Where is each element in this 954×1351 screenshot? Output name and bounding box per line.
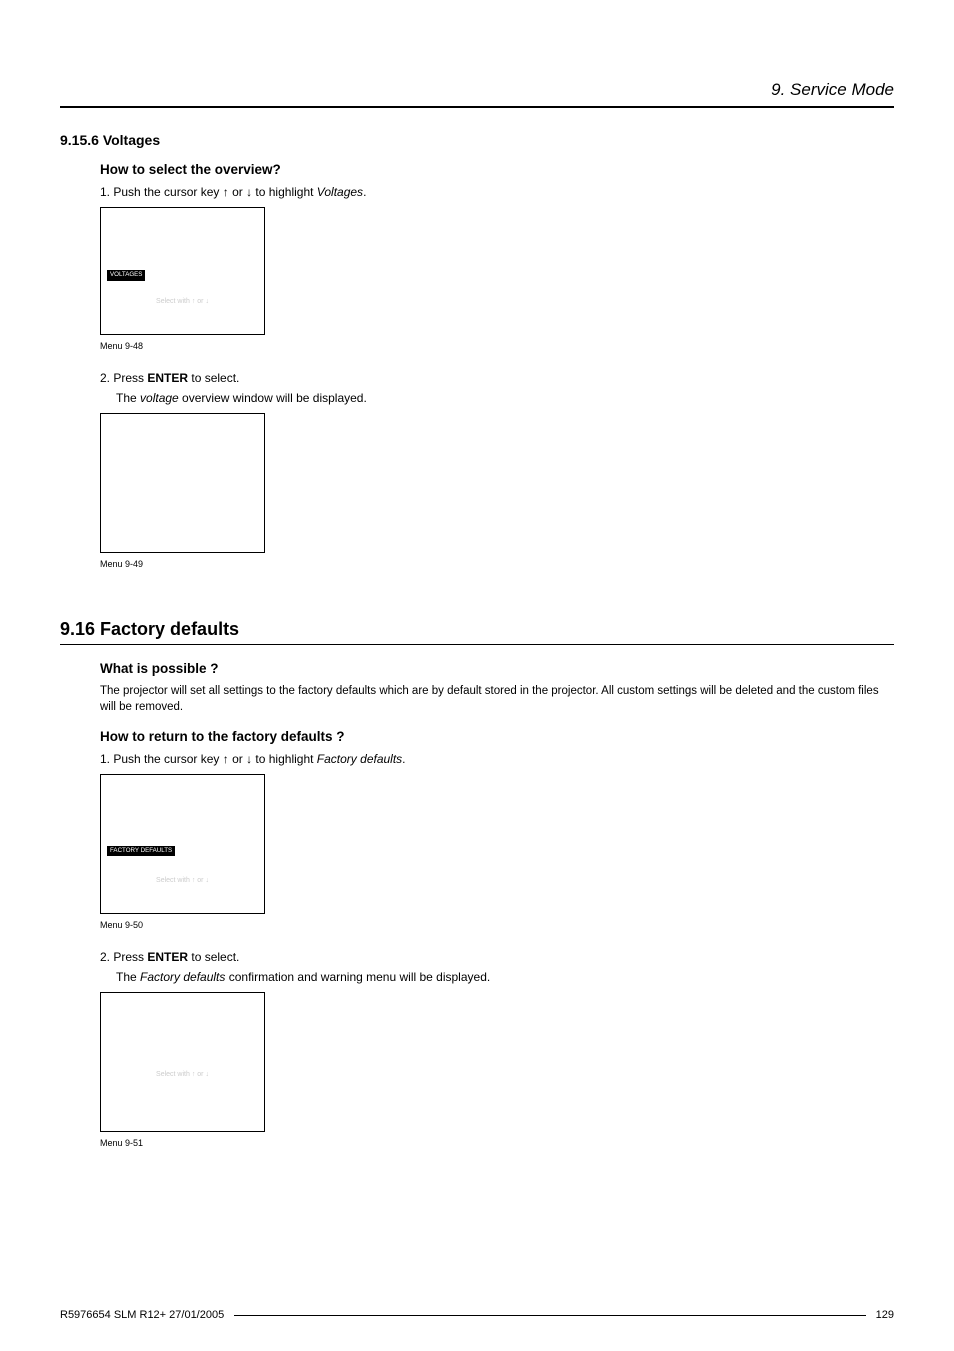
m51-title: FACTORY DEFAULTS [107,1001,258,1009]
s9156-step1: 1. Push the cursor key ↑ or ↓ to highlig… [100,185,894,199]
what-possible-para: The projector will set all settings to t… [100,684,894,715]
m51-h1: Select with ↑ or ↓ [107,1064,258,1079]
s916-ra: The [116,970,140,984]
m50-title: SERVICE MODE [107,783,258,791]
footer-left: R5976654 SLM R12+ 27/01/2005 [60,1309,224,1321]
m48-it4: FAN SPEEDS [107,262,258,270]
what-possible-heading: What is possible ? [100,661,894,676]
r-b: overview window will be displayed. [179,391,367,405]
section-9-16-body: What is possible ? The projector will se… [100,661,894,1148]
m51-yes: YES [147,1046,183,1053]
s916-step2: 2. Press ENTER to select. [100,950,894,964]
page: 9. Service Mode 9.15.6 Voltages How to s… [0,0,954,1351]
m48-it1: FORMATTER [107,237,258,245]
step2-b: to select. [188,371,239,385]
menu-9-51-caption: Menu 9-51 [100,1138,894,1148]
m50-h1: Select with ↑ or ↓ [107,870,258,885]
section-9-15-6-title: 9.15.6 Voltages [60,132,894,148]
section-9-15-6-body: How to select the overview? 1. Push the … [100,162,894,569]
m51-body: This function will erase all custom file… [107,1015,258,1032]
s916-s1-end: . [402,752,405,766]
footer-page-number: 129 [876,1309,894,1321]
s916-s1c: to highlight [252,752,317,766]
s916-s2a: 2. Press [100,950,147,964]
r-ital: voltage [140,391,179,405]
s916-r-ital: Factory defaults [140,970,225,984]
s916-step2-result: The Factory defaults confirmation and wa… [116,970,894,984]
m50-a0: ADD-INS [107,856,258,864]
m49-l7: +HV : 0 V [107,493,258,501]
m48-it3: TEMPERATURE [107,253,258,261]
step2-a: 2. Press [100,371,147,385]
footer-rule [234,1315,865,1316]
m50-b2: BARCO LOGO [107,812,258,820]
m48-h2: then <ENTER> [107,306,258,314]
s916-s2-enter: ENTER [147,950,188,964]
step1-text-a: 1. Push the cursor key [100,185,223,199]
chapter-header: 9. Service Mode [60,80,894,108]
step1-text-c: to highlight [252,185,317,199]
footer: R5976654 SLM R12+ 27/01/2005 129 [60,1309,894,1321]
m50-b0: LENS [107,795,258,803]
how-select-overview-heading: How to select the overview? [100,162,894,177]
menu-9-50: SERVICE MODE LENS MENU POSITION BARCO LO… [100,774,265,914]
m50-h2: then <ENTER> [107,886,258,894]
m48-it0: I2C [107,228,258,236]
menu-9-48-caption: Menu 9-48 [100,341,894,351]
m48-h1: Select with ↑ or ↓ [107,291,258,306]
m50-b3: PRESET INPUT BALANCE [107,820,258,828]
s916-s1-ital: Factory defaults [317,752,402,766]
menu-9-49-caption: Menu 9-49 [100,559,894,569]
menu-9-51: FACTORY DEFAULTS This function will eras… [100,992,265,1132]
m49-l3: -12V : 0.0 V [107,459,258,467]
step2-enter: ENTER [147,371,188,385]
menu-9-48: DIAGNOSIS I2C FORMATTER SMPS TEMPERATURE… [100,207,265,335]
m51-choices: YES NO [107,1046,258,1054]
m48-highlight: VOLTAGES [107,270,145,280]
step1-text-b: or [229,185,246,199]
s916-s2b: to select. [188,950,239,964]
m49-l0: +24V : 0.0 V [107,434,258,442]
m50-b4: UNIFORMITY [107,829,258,837]
step1-ital: Voltages [317,185,363,199]
m49-hint: <ENTER> to continue [107,507,258,515]
m51-h2: then <ENTER> [107,1080,258,1088]
how-return-heading: How to return to the factory defaults ? [100,729,894,744]
m49-title: VOLTAGES [107,422,258,430]
s916-rb: confirmation and warning menu will be di… [225,970,490,984]
m49-l6: +6V : 0.0 V [107,485,258,493]
m50-h3: <EXIT> to return. [107,894,258,902]
m49-l2: +12V : 0.0 V [107,451,258,459]
menu-9-50-caption: Menu 9-50 [100,920,894,930]
m50-highlight: FACTORY DEFAULTS [107,846,175,856]
m49-l1: +4V85 : 0.0 V [107,443,258,451]
m49-l5: +3V3 : 0.0 V [107,476,258,484]
m49-l4: +5V : 0.0 V [107,468,258,476]
m51-no: NO [185,1046,218,1053]
s9156-step2: 2. Press ENTER to select. [100,371,894,385]
menu-9-49: VOLTAGES +24V : 0.0 V +4V85 : 0.0 V +12V… [100,413,265,553]
m50-b1: MENU POSITION [107,804,258,812]
s916-step1: 1. Push the cursor key ↑ or ↓ to highlig… [100,752,894,766]
m48-hl-row: VOLTAGES [107,270,258,280]
s916-s1a: 1. Push the cursor key [100,752,223,766]
s9156-step2-result: The voltage overview window will be disp… [116,391,894,405]
m48-it2: SMPS [107,245,258,253]
step1-end: . [363,185,366,199]
m48-h3: <EXIT> to return. [107,314,258,322]
r-a: The [116,391,140,405]
m50-b5: DIAGNOSIS [107,837,258,845]
section-9-16-heading: 9.16 Factory defaults [60,619,894,645]
s916-s1b: or [229,752,246,766]
m48-title: DIAGNOSIS [107,216,258,224]
m50-hl-row: FACTORY DEFAULTS [107,846,258,856]
m51-h3: <EXIT> to return. [107,1088,258,1096]
